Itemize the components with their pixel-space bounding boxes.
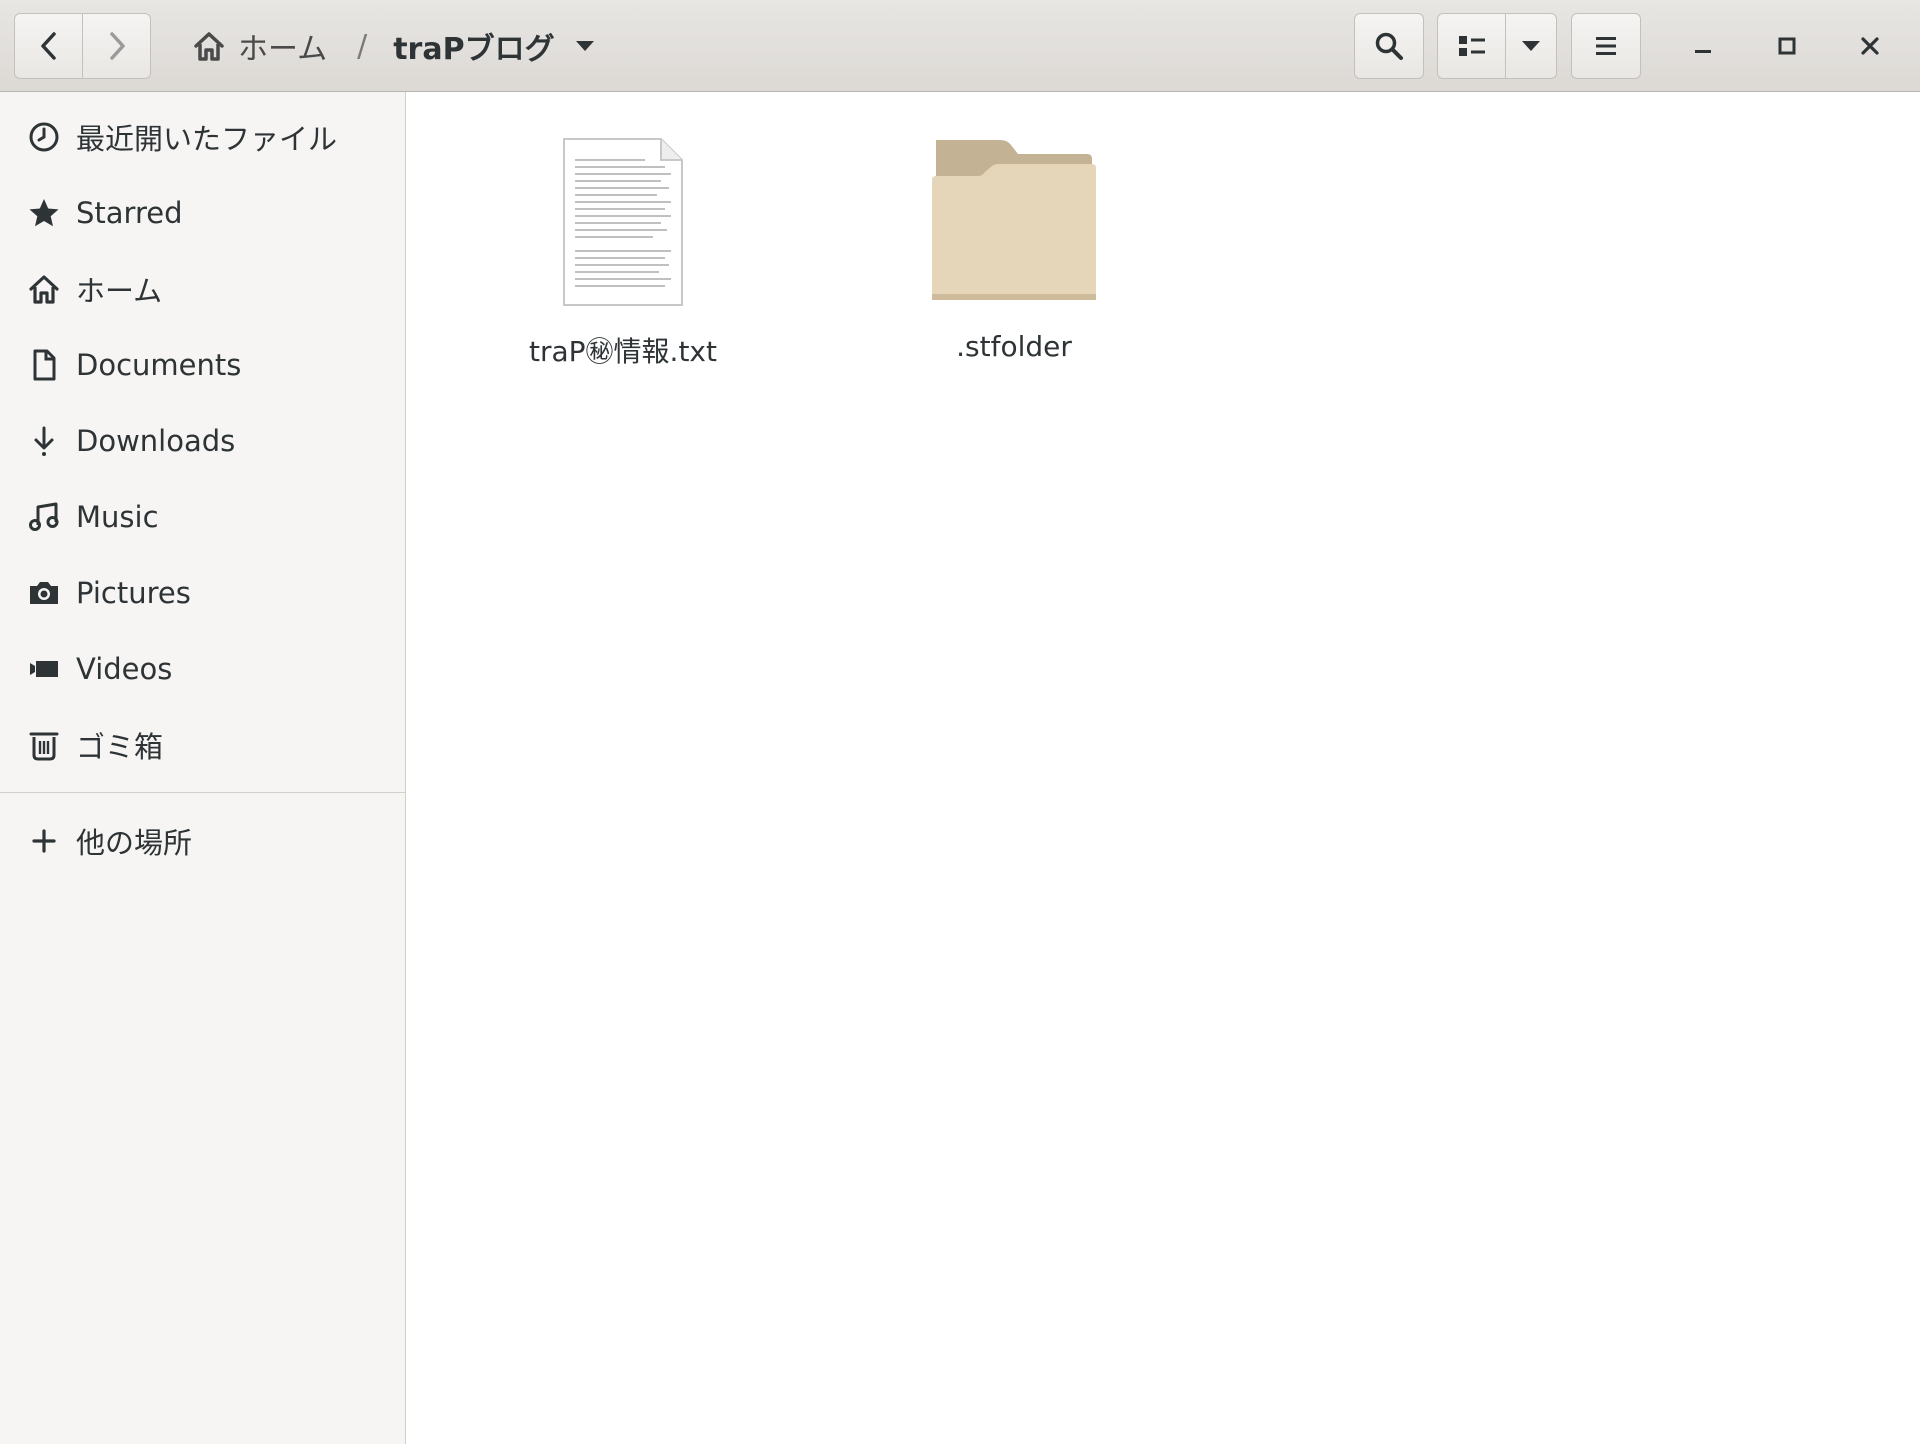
sidebar-item-other-locations[interactable]: 他の場所 — [0, 804, 405, 878]
sidebar-item-label: ゴミ箱 — [76, 730, 164, 764]
document-icon — [26, 347, 62, 383]
sidebar-separator — [0, 792, 405, 793]
file-manager-window: ホーム / traPブログ 最近開いたファイル Starred ホーム Docu… — [0, 0, 1920, 1444]
chevron-left-icon — [37, 31, 61, 61]
breadcrumb-home-label: ホーム — [238, 32, 328, 67]
sidebar-item-label: Videos — [76, 652, 173, 686]
list-view-icon — [1458, 34, 1486, 58]
sidebar-item-documents[interactable]: Documents — [0, 328, 405, 402]
camera-icon — [26, 575, 62, 611]
chevron-right-icon — [105, 31, 129, 61]
triangle-down-icon — [1521, 39, 1541, 53]
home-icon — [192, 30, 226, 62]
sidebar-item-videos[interactable]: Videos — [0, 632, 405, 706]
sidebar-item-label: Music — [76, 500, 159, 534]
hamburger-icon — [1594, 34, 1618, 58]
search-icon — [1374, 31, 1404, 61]
file-item-folder[interactable]: .stfolder — [864, 112, 1164, 372]
sidebar-item-recent[interactable]: 最近開いたファイル — [0, 100, 405, 174]
breadcrumb-separator: / — [357, 28, 368, 64]
sidebar-item-trash[interactable]: ゴミ箱 — [0, 708, 405, 782]
music-icon — [26, 499, 62, 535]
places-sidebar: 最近開いたファイル Starred ホーム Documents Download — [0, 92, 406, 1444]
header-bar: ホーム / traPブログ — [0, 0, 1920, 92]
folder-icon — [864, 136, 1164, 316]
navigation-buttons — [14, 13, 152, 79]
sidebar-item-label: Pictures — [76, 576, 191, 610]
close-button[interactable] — [1837, 13, 1903, 79]
sidebar-item-downloads[interactable]: Downloads — [0, 404, 405, 478]
menu-button[interactable] — [1571, 13, 1641, 79]
sidebar-item-pictures[interactable]: Pictures — [0, 556, 405, 630]
star-icon — [26, 195, 62, 231]
minimize-icon — [1693, 36, 1713, 56]
view-options-button[interactable] — [1505, 13, 1557, 79]
file-name: .stfolder — [956, 330, 1072, 363]
breadcrumb: ホーム / traPブログ — [188, 13, 599, 79]
trash-icon — [26, 727, 62, 763]
breadcrumb-current-label: traPブログ — [393, 32, 555, 67]
back-button[interactable] — [14, 13, 83, 79]
triangle-down-icon — [575, 39, 595, 53]
file-view: traP㊙情報.txt .stfolder — [406, 92, 1920, 1444]
breadcrumb-home[interactable]: ホーム — [188, 13, 331, 79]
close-icon — [1860, 36, 1880, 56]
sidebar-item-music[interactable]: Music — [0, 480, 405, 554]
breadcrumb-current[interactable]: traPブログ — [389, 13, 598, 79]
view-toggle-button[interactable] — [1437, 13, 1506, 79]
sidebar-item-label: 他の場所 — [76, 826, 193, 860]
minimize-button[interactable] — [1670, 13, 1736, 79]
download-icon — [26, 423, 62, 459]
sidebar-item-label: 最近開いたファイル — [76, 122, 338, 156]
sidebar-item-starred[interactable]: Starred — [0, 176, 405, 250]
maximize-icon — [1777, 36, 1797, 56]
sidebar-item-label: Documents — [76, 348, 242, 382]
plus-icon — [26, 823, 62, 859]
clock-icon — [26, 119, 62, 155]
view-switcher — [1437, 13, 1557, 79]
sidebar-item-label: ホーム — [76, 274, 163, 308]
search-button[interactable] — [1354, 13, 1424, 79]
video-icon — [26, 651, 62, 687]
home-icon — [26, 271, 62, 307]
file-name: traP㊙情報.txt — [529, 335, 717, 368]
file-item-text[interactable]: traP㊙情報.txt — [473, 112, 773, 372]
sidebar-item-label: Starred — [76, 196, 183, 230]
sidebar-item-home[interactable]: ホーム — [0, 252, 405, 326]
text-file-icon — [473, 136, 773, 316]
sidebar-item-label: Downloads — [76, 424, 236, 458]
forward-button[interactable] — [82, 13, 151, 79]
maximize-button[interactable] — [1754, 13, 1820, 79]
